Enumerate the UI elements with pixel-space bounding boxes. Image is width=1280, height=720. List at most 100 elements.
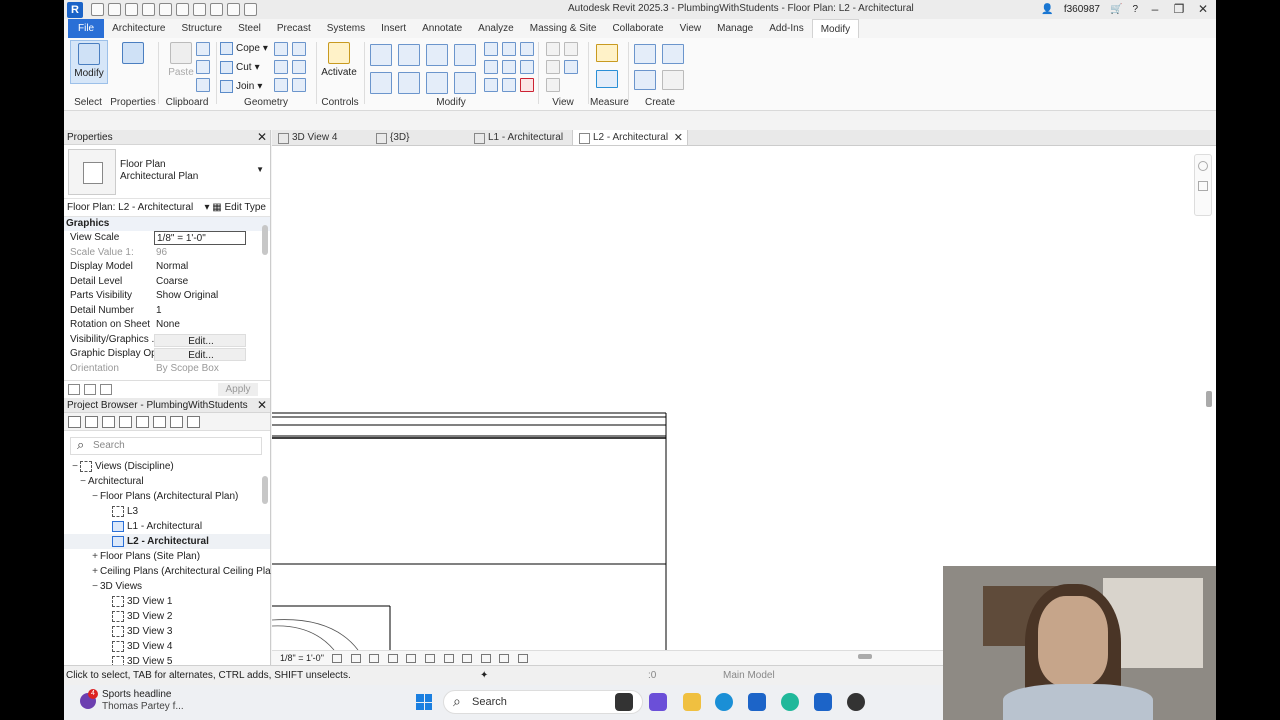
- edit-button[interactable]: Edit...: [154, 348, 246, 361]
- property-row[interactable]: Rotation on Sheet None: [64, 318, 270, 333]
- browser-node[interactable]: − Views (Discipline): [64, 459, 270, 474]
- print-icon[interactable]: [176, 3, 189, 16]
- browser-node[interactable]: L1 - Architectural: [64, 519, 270, 534]
- reveal-hidden-icon[interactable]: [462, 654, 473, 664]
- delete-icon[interactable]: [520, 78, 534, 92]
- tab-systems[interactable]: Systems: [319, 19, 373, 38]
- copy-element-icon[interactable]: [398, 72, 420, 94]
- user-name[interactable]: f360987: [1064, 4, 1100, 15]
- create-parts-icon[interactable]: [634, 70, 656, 90]
- tab-precast[interactable]: Precast: [269, 19, 319, 38]
- properties-scrollbar[interactable]: [262, 225, 268, 255]
- property-row[interactable]: View Scale 1/8" = 1'-0": [64, 231, 270, 246]
- save-icon[interactable]: [108, 3, 121, 16]
- linework-icon[interactable]: [546, 60, 560, 74]
- tab-manage[interactable]: Manage: [709, 19, 761, 38]
- browser-node[interactable]: −3D Views: [64, 579, 270, 594]
- collapse-icon[interactable]: −: [78, 474, 88, 489]
- browser-node[interactable]: 3D View 3: [64, 624, 270, 639]
- unpin-icon[interactable]: [520, 42, 534, 56]
- browser-scrollbar[interactable]: [262, 476, 268, 504]
- property-row[interactable]: Detail Number 1: [64, 304, 270, 319]
- apply-button[interactable]: Apply: [218, 383, 258, 396]
- property-value[interactable]: 1/8" = 1'-0": [154, 231, 246, 245]
- tab-collaborate[interactable]: Collaborate: [604, 19, 671, 38]
- mirror-axis-icon[interactable]: [426, 44, 448, 66]
- tab-analyze[interactable]: Analyze: [470, 19, 522, 38]
- scale-icon[interactable]: [502, 60, 516, 74]
- beam-join-icon[interactable]: [274, 78, 288, 92]
- tab-l1-architectural[interactable]: L1 - Architectural: [468, 130, 572, 145]
- redo-icon[interactable]: [159, 3, 172, 16]
- file-explorer-icon[interactable]: [683, 693, 701, 711]
- close-icon[interactable]: ✕: [674, 130, 683, 146]
- close-icon[interactable]: ✕: [257, 398, 267, 413]
- families-icon[interactable]: [136, 416, 149, 428]
- pin-icon[interactable]: [520, 60, 534, 74]
- browser-node[interactable]: + Ceiling Plans (Architectural Ceiling Pl…: [64, 564, 271, 579]
- app-icon[interactable]: [781, 693, 799, 711]
- browser-node[interactable]: − Architectural: [64, 474, 270, 489]
- tab-view[interactable]: View: [672, 19, 710, 38]
- chevron-down-icon[interactable]: ▼: [256, 165, 264, 174]
- trim-extend-icon[interactable]: [454, 72, 476, 94]
- trim-icon[interactable]: [484, 78, 498, 92]
- create-group-icon[interactable]: [662, 44, 684, 64]
- properties-button[interactable]: [114, 40, 152, 84]
- tab-modify[interactable]: Modify: [811, 18, 860, 39]
- links-icon[interactable]: [170, 416, 183, 428]
- tab-structure[interactable]: Structure: [173, 19, 230, 38]
- create-assembly-icon[interactable]: [634, 44, 656, 64]
- link-chain-icon[interactable]: [187, 416, 200, 428]
- news-widget[interactable]: 4 Sports headline Thomas Partey f...: [80, 689, 184, 713]
- group-label-select[interactable]: Select: [68, 97, 108, 108]
- cart-icon[interactable]: 🛒: [1110, 4, 1122, 15]
- browser-node[interactable]: 3D View 1: [64, 594, 270, 609]
- highlight-displacement-icon[interactable]: [517, 654, 528, 664]
- shadows-icon[interactable]: [387, 654, 398, 664]
- property-row[interactable]: Visibility/Graphics ... Edit...: [64, 333, 270, 348]
- browser-node[interactable]: L2 - Architectural: [64, 534, 270, 549]
- tab-add-ins[interactable]: Add-Ins: [761, 19, 811, 38]
- zoom-icon[interactable]: [1198, 181, 1208, 191]
- sun-path-icon[interactable]: [369, 654, 380, 664]
- detail-level-icon[interactable]: [332, 654, 343, 664]
- help-icon[interactable]: ?: [1132, 4, 1138, 15]
- taskbar-search[interactable]: Search: [443, 690, 643, 714]
- split-face-icon[interactable]: [292, 42, 306, 56]
- text-icon[interactable]: [210, 3, 223, 16]
- undo-icon[interactable]: [142, 3, 155, 16]
- measure-between-icon[interactable]: [596, 44, 618, 62]
- switch-windows-icon[interactable]: [244, 3, 257, 16]
- tab-l2-architectural[interactable]: L2 - Architectural ✕: [572, 130, 688, 145]
- tab-file[interactable]: File: [68, 19, 105, 38]
- tab-annotate[interactable]: Annotate: [414, 19, 470, 38]
- steering-wheel-icon[interactable]: [1198, 161, 1208, 171]
- collapse-icon[interactable]: −: [90, 579, 100, 594]
- browser-node[interactable]: − Floor Plans (Architectural Plan): [64, 489, 270, 504]
- extend-icon[interactable]: [502, 78, 516, 92]
- browser-node[interactable]: 3D View 4: [64, 639, 270, 654]
- show-crop-icon[interactable]: [424, 654, 435, 664]
- analytical-model-icon[interactable]: [499, 654, 510, 664]
- browser-node[interactable]: 3D View 2: [64, 609, 270, 624]
- array-icon[interactable]: [484, 60, 498, 74]
- teams-icon[interactable]: [649, 693, 667, 711]
- paint-icon[interactable]: [274, 60, 288, 74]
- paste-button[interactable]: Paste: [162, 40, 200, 84]
- property-row[interactable]: Scale Value 1: 96: [64, 246, 270, 261]
- wall-joins-icon[interactable]: [274, 42, 288, 56]
- dimension-icon[interactable]: [596, 70, 618, 88]
- tab-insert[interactable]: Insert: [373, 19, 414, 38]
- open-icon[interactable]: [91, 3, 104, 16]
- copy-icon[interactable]: [196, 60, 210, 74]
- sort-descending-icon[interactable]: [100, 384, 112, 395]
- visual-style-icon[interactable]: [350, 654, 361, 664]
- restore-icon[interactable]: ❐: [1172, 2, 1186, 16]
- browser-node[interactable]: L3: [64, 504, 270, 519]
- main-model-selector[interactable]: Main Model: [723, 666, 775, 685]
- crop-view-icon[interactable]: [406, 654, 417, 664]
- view-scale[interactable]: 1/8" = 1'-0": [280, 653, 324, 663]
- property-row[interactable]: Orientation By Scope Box: [64, 362, 270, 377]
- revit-taskbar-icon[interactable]: [814, 693, 832, 711]
